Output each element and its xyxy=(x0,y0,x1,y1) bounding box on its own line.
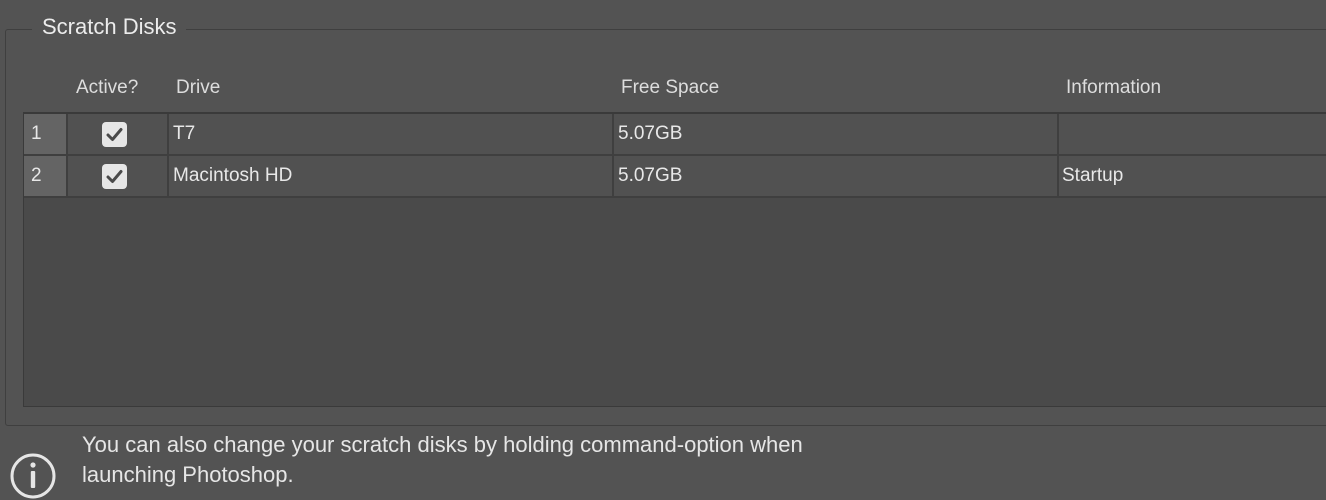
drive-name: Macintosh HD xyxy=(169,156,614,196)
footer-line-2: launching Photoshop. xyxy=(82,462,294,487)
scratch-disks-table: 1 T7 5.07GB 2 Macintosh HD 5.07GB Startu… xyxy=(23,112,1326,407)
active-checkbox[interactable] xyxy=(102,122,127,147)
column-header-active: Active? xyxy=(76,77,139,98)
table-row[interactable]: 2 Macintosh HD 5.07GB Startup xyxy=(24,156,1326,198)
row-number: 2 xyxy=(24,156,68,196)
column-header-free-space: Free Space xyxy=(621,77,720,98)
info-icon xyxy=(10,453,56,499)
information-value: Startup xyxy=(1062,165,1124,186)
column-header-information: Information xyxy=(1066,77,1162,98)
free-space-value: 5.07GB xyxy=(614,156,1059,196)
footer-note: You can also change your scratch disks b… xyxy=(82,430,982,490)
row-number: 1 xyxy=(24,114,68,154)
column-header-drive: Drive xyxy=(176,77,221,98)
active-cell xyxy=(68,156,169,196)
active-cell xyxy=(68,114,169,154)
footer-line-1: You can also change your scratch disks b… xyxy=(82,432,803,457)
group-title: Scratch Disks xyxy=(32,12,187,42)
active-checkbox[interactable] xyxy=(102,164,127,189)
checkmark-icon xyxy=(106,128,123,141)
drive-name: T7 xyxy=(169,114,614,154)
information-value xyxy=(1059,114,1326,154)
free-space-value: 5.07GB xyxy=(614,114,1059,154)
table-row[interactable]: 1 T7 5.07GB xyxy=(24,114,1326,156)
checkmark-icon xyxy=(106,170,123,183)
